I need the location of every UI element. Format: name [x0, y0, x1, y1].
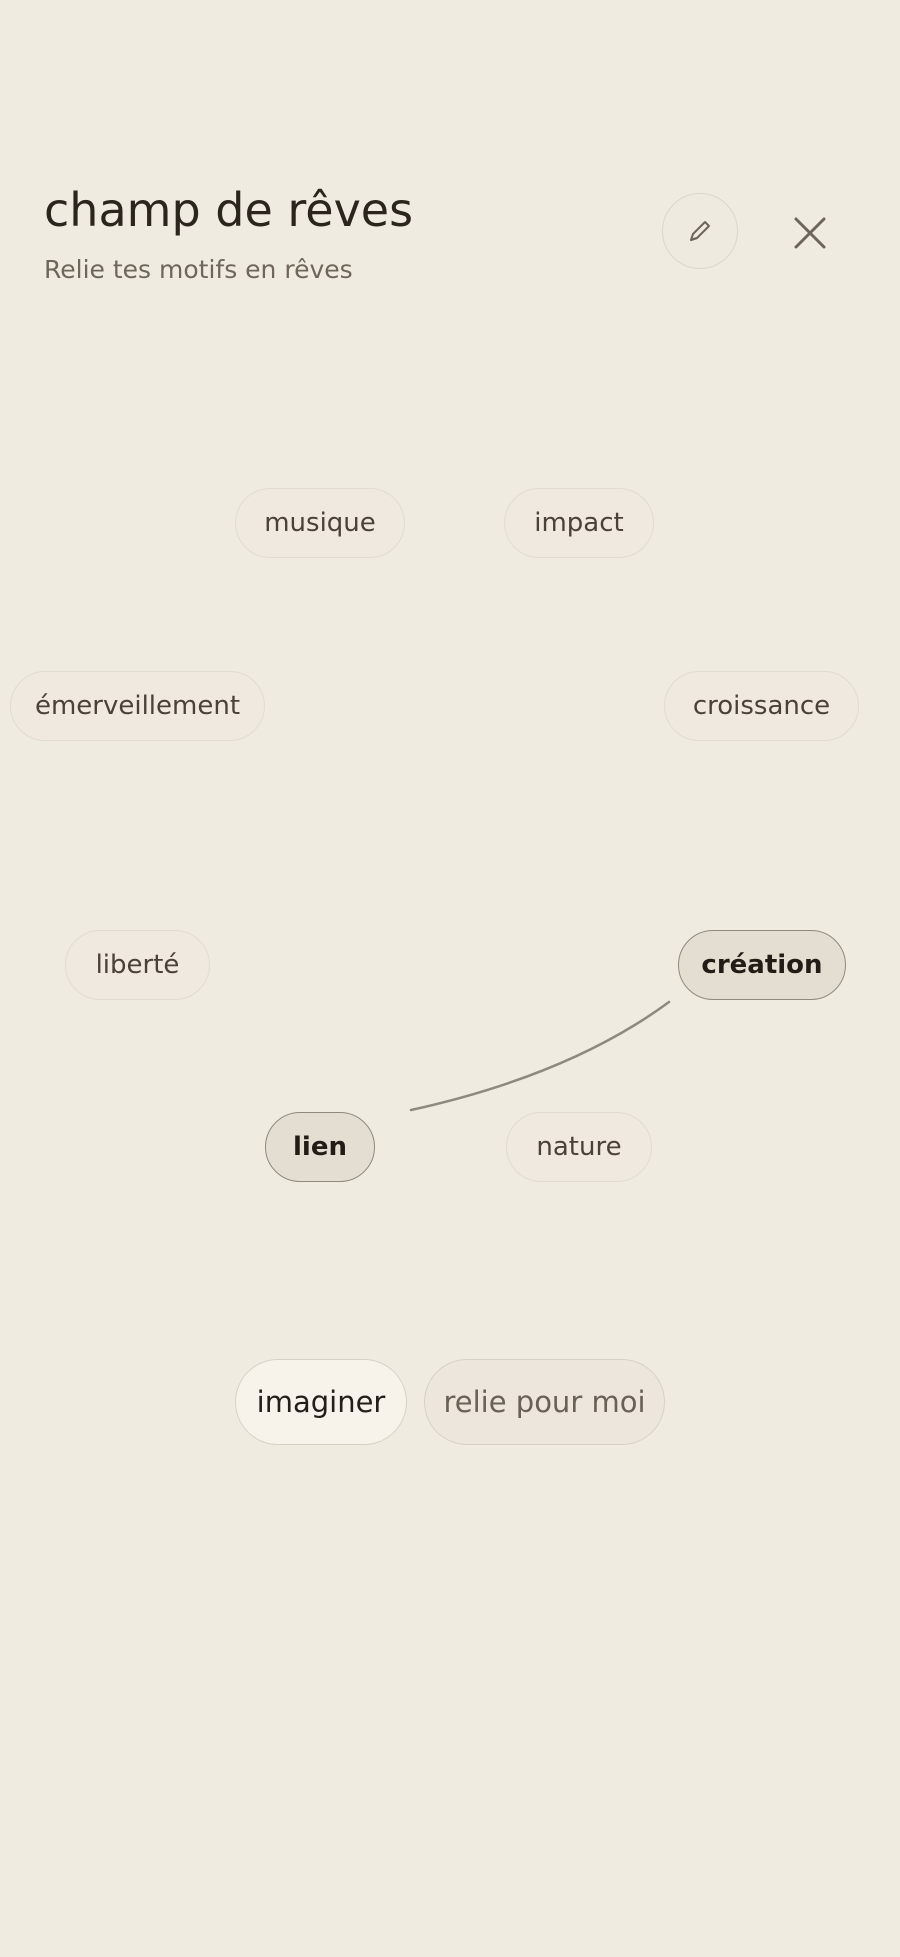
- word-chip-emerveillement[interactable]: émerveillement: [10, 671, 265, 741]
- word-chip-nature[interactable]: nature: [506, 1112, 652, 1182]
- connect-for-me-button[interactable]: relie pour moi: [424, 1359, 665, 1445]
- close-icon: [794, 217, 826, 249]
- edit-button[interactable]: [662, 193, 738, 269]
- word-chip-creation[interactable]: création: [678, 930, 846, 1000]
- imagine-button[interactable]: imaginer: [235, 1359, 407, 1445]
- page-subtitle: Relie tes motifs en rêves: [44, 255, 353, 284]
- word-chip-lien[interactable]: lien: [265, 1112, 375, 1182]
- close-button[interactable]: [780, 203, 840, 263]
- word-chip-musique[interactable]: musique: [235, 488, 405, 558]
- word-chip-croissance[interactable]: croissance: [664, 671, 859, 741]
- word-chip-liberte[interactable]: liberté: [65, 930, 210, 1000]
- word-chip-impact[interactable]: impact: [504, 488, 654, 558]
- page-title: champ de rêves: [44, 183, 414, 237]
- pencil-icon: [690, 221, 710, 241]
